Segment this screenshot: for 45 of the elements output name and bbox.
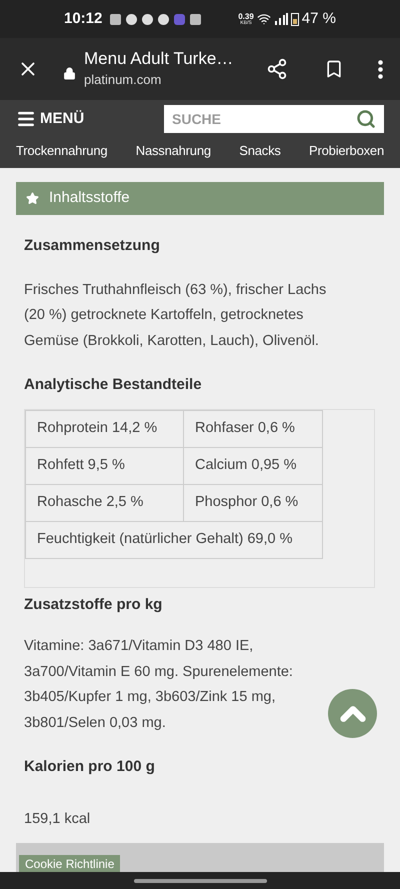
share-button[interactable] xyxy=(266,58,288,80)
more-icon xyxy=(378,60,383,78)
search-icon xyxy=(356,109,376,129)
star-icon xyxy=(26,192,39,205)
category-link[interactable]: Nassnahrung xyxy=(136,141,211,160)
network-speed: 0.39 xyxy=(238,12,254,20)
notification-icon xyxy=(126,14,138,24)
table-cell: Rohasche 2,5 % xyxy=(26,484,184,521)
additives-heading: Zusatzstoffe pro kg xyxy=(24,594,164,614)
composition-heading: Zusammensetzung xyxy=(24,236,161,256)
signal-icon xyxy=(274,13,288,25)
wifi-icon xyxy=(256,12,271,26)
home-indicator[interactable] xyxy=(134,878,266,882)
notification-icon xyxy=(190,14,202,24)
notification-icon xyxy=(174,14,186,24)
table-cell: Calcium 0,95 % xyxy=(184,447,322,484)
menu-icon xyxy=(16,109,36,129)
notification-icon xyxy=(142,14,154,24)
lock-icon xyxy=(63,66,76,80)
additives-text: Vitamine: 3a671/Vitamin D3 480 IE, 3a700/Vitamin E 60 mg. Spurenelemente: 3b405/Kupfer 1 mg, 3b603/Zink 15 mg, 3b801/Selen 0,03 mg. xyxy=(24,637,294,732)
search-button[interactable] xyxy=(352,105,384,133)
category-link[interactable]: Probierboxen xyxy=(309,141,384,160)
table-cell: Rohprotein 14,2 % xyxy=(26,410,184,447)
page-url: platinum.com xyxy=(84,71,162,90)
notification-icon xyxy=(158,14,170,24)
category-link[interactable]: Trockennahrung xyxy=(16,141,108,160)
battery-level: 47 % xyxy=(302,8,336,29)
battery-icon xyxy=(290,12,299,26)
page-title: Menu Adult Turke… xyxy=(84,48,234,70)
search-field[interactable]: SUCHE xyxy=(164,105,352,133)
calories-text: 159,1 kcal xyxy=(24,810,92,828)
menu-button[interactable]: MENÜ xyxy=(16,108,84,130)
table-cell: Phosphor 0,6 % xyxy=(184,484,322,521)
more-button[interactable] xyxy=(378,60,383,78)
analysis-heading: Analytische Bestandteile xyxy=(24,375,203,395)
notification-icon xyxy=(110,14,122,24)
calories-heading: Kalorien pro 100 g xyxy=(24,757,156,777)
section-title: Inhaltsstoffe xyxy=(49,188,130,208)
clock: 10:12 xyxy=(64,8,102,29)
table-cell: Feuchtigkeit (natürlicher Gehalt) 69,0 % xyxy=(26,521,322,558)
category-link[interactable]: Snacks xyxy=(239,141,281,160)
scroll-top-button[interactable] xyxy=(328,689,377,738)
composition-text: Frisches Truthahnfleisch (63 %), frischer Lachs (20 %) getrocknete Kartoffeln, getrocknetes Gemüse (Brokkoli, Karotten, Lauch), Olivenöl. xyxy=(24,280,328,350)
table-cell: Rohfett 9,5 % xyxy=(26,447,184,484)
table-cell: Rohfaser 0,6 % xyxy=(184,410,322,447)
